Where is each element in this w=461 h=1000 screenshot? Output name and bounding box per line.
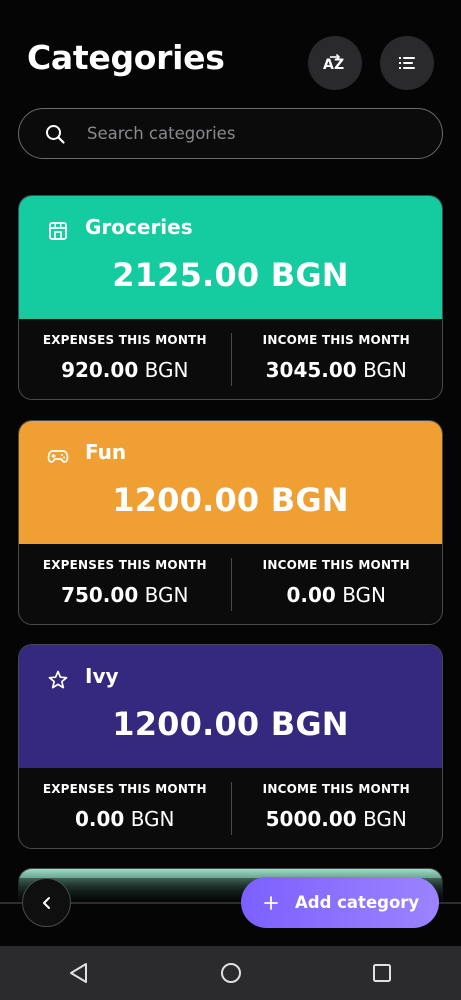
svg-text:Z: Z xyxy=(334,57,344,73)
circle-home-icon[interactable] xyxy=(218,960,244,986)
expenses-label: EXPENSES THIS MONTH xyxy=(42,782,207,796)
category-card-fun[interactable]: Fun 1200.00 BGN EXPENSES THIS MONTH 750.… xyxy=(18,420,443,625)
income-value: 0.00 BGN xyxy=(231,583,443,607)
search-input[interactable] xyxy=(87,109,427,157)
income-stat: INCOME THIS MONTH 0.00 BGN xyxy=(231,544,443,624)
square-recents-icon[interactable] xyxy=(369,960,395,986)
income-label: INCOME THIS MONTH xyxy=(262,558,410,572)
add-category-button[interactable]: Add category xyxy=(241,877,439,928)
chevron-left-icon xyxy=(42,896,50,909)
expenses-stat: EXPENSES THIS MONTH 750.00 BGN xyxy=(19,544,231,624)
income-stat: INCOME THIS MONTH 3045.00 BGN xyxy=(231,319,443,399)
income-value: 3045.00 BGN xyxy=(231,358,443,382)
system-navigation-bar xyxy=(0,946,461,1000)
income-currency: BGN xyxy=(363,358,407,382)
card-stats: EXPENSES THIS MONTH 920.00 BGN INCOME TH… xyxy=(19,319,443,399)
card-header: Ivy 1200.00 BGN xyxy=(19,645,442,768)
card-stats: EXPENSES THIS MONTH 0.00 BGN INCOME THIS… xyxy=(19,768,443,848)
category-balance: 1200.00 BGN xyxy=(112,705,349,743)
income-label: INCOME THIS MONTH xyxy=(262,333,410,347)
category-name: Ivy xyxy=(85,664,119,688)
income-value: 5000.00 BGN xyxy=(231,807,443,831)
category-balance: 1200.00 BGN xyxy=(112,481,349,519)
expenses-currency: BGN xyxy=(144,358,189,382)
category-name: Groceries xyxy=(85,215,193,239)
expenses-value: 920.00 BGN xyxy=(19,358,231,382)
expenses-stat: EXPENSES THIS MONTH 0.00 BGN xyxy=(19,768,231,848)
expenses-stat: EXPENSES THIS MONTH 920.00 BGN xyxy=(19,319,231,399)
income-amount: 5000.00 xyxy=(265,807,357,831)
category-card-groceries[interactable]: Groceries 2125.00 BGN EXPENSES THIS MONT… xyxy=(18,195,443,400)
card-stats: EXPENSES THIS MONTH 750.00 BGN INCOME TH… xyxy=(19,544,443,624)
expenses-amount: 0.00 xyxy=(74,807,125,831)
category-balance: 2125.00 BGN xyxy=(112,256,349,294)
income-label: INCOME THIS MONTH xyxy=(262,782,410,796)
sort-az-button[interactable]: A Z xyxy=(308,36,362,90)
svg-text:A: A xyxy=(323,57,334,73)
card-header: Fun 1200.00 BGN xyxy=(19,421,442,544)
category-name: Fun xyxy=(85,440,127,464)
filter-list-icon xyxy=(399,57,415,69)
add-category-label: Add category xyxy=(295,893,420,912)
sort-az-icon: A Z xyxy=(323,53,344,73)
card-header: Groceries 2125.00 BGN xyxy=(19,196,442,319)
star-icon xyxy=(48,670,68,689)
income-amount: 3045.00 xyxy=(265,358,357,382)
category-card-ivy[interactable]: Ivy 1200.00 BGN EXPENSES THIS MONTH 0.00… xyxy=(18,644,443,849)
search-icon xyxy=(46,125,65,144)
expenses-label: EXPENSES THIS MONTH xyxy=(42,333,207,347)
expenses-value: 0.00 BGN xyxy=(19,807,231,831)
header: Categories A Z xyxy=(0,0,461,100)
triangle-back-icon[interactable] xyxy=(66,960,92,986)
expenses-amount: 750.00 xyxy=(61,583,139,607)
expenses-amount: 920.00 xyxy=(61,358,139,382)
plus-icon xyxy=(264,895,278,910)
back-button[interactable] xyxy=(22,878,71,927)
store-icon xyxy=(49,222,67,240)
expenses-currency: BGN xyxy=(144,583,189,607)
filter-button[interactable] xyxy=(380,36,434,90)
search-bar[interactable] xyxy=(18,108,443,159)
income-currency: BGN xyxy=(363,807,407,831)
expenses-currency: BGN xyxy=(130,807,175,831)
expenses-value: 750.00 BGN xyxy=(19,583,231,607)
gamepad-icon xyxy=(47,450,69,463)
income-currency: BGN xyxy=(342,583,387,607)
page-title: Categories xyxy=(27,38,225,77)
expenses-label: EXPENSES THIS MONTH xyxy=(42,558,207,572)
income-stat: INCOME THIS MONTH 5000.00 BGN xyxy=(231,768,443,848)
income-amount: 0.00 xyxy=(286,583,336,607)
